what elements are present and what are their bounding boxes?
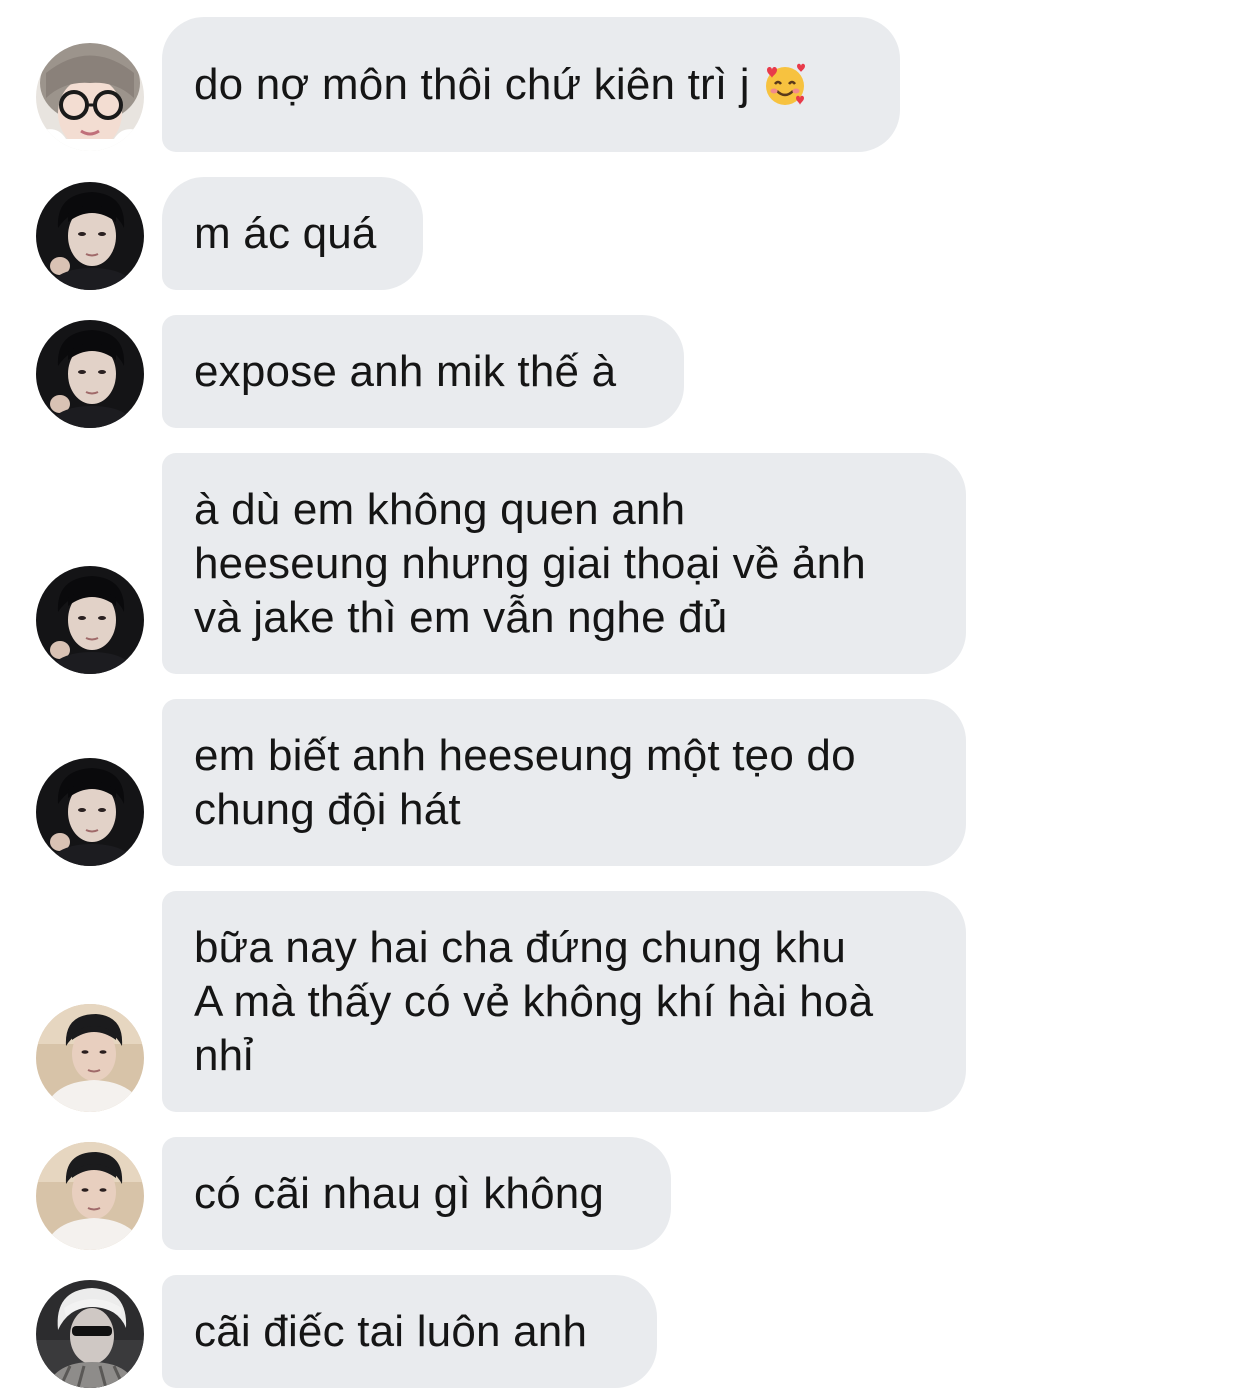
avatar[interactable]	[36, 566, 144, 674]
avatar-glasses-girl-icon	[36, 43, 144, 151]
smiling-face-with-hearts-icon	[765, 63, 805, 105]
message-text: cãi điếc tai luôn anh	[194, 1306, 588, 1356]
avatar[interactable]	[36, 182, 144, 290]
message-text: do nợ môn thôi chứ kiên trì j	[194, 59, 750, 109]
avatar[interactable]	[36, 43, 144, 151]
message-bubble[interactable]: expose anh mik thế à	[162, 315, 684, 428]
avatar[interactable]	[36, 758, 144, 866]
message-bubble[interactable]: bữa nay hai cha đứng chung khu A mà thấy…	[162, 891, 966, 1112]
avatar[interactable]	[36, 1142, 144, 1250]
avatar-beach-boy-icon	[36, 1004, 144, 1112]
message-bubble[interactable]: cãi điếc tai luôn anh	[162, 1275, 657, 1388]
avatar[interactable]	[36, 1004, 144, 1112]
avatar-dark-jacket-boy-icon	[36, 758, 144, 866]
message-text: expose anh mik thế à	[194, 346, 617, 396]
avatar-beach-boy-icon	[36, 1142, 144, 1250]
message-text: có cãi nhau gì không	[194, 1168, 605, 1218]
avatar[interactable]	[36, 320, 144, 428]
avatar[interactable]	[36, 1280, 144, 1388]
message-text: em biết anh heeseung một tẹo do chung độ…	[194, 730, 856, 834]
message-text: bữa nay hai cha đứng chung khu A mà thấy…	[194, 922, 874, 1080]
message-text: m ác quá	[194, 208, 377, 258]
message-text: à dù em không quen anh heeseung nhưng gi…	[194, 484, 866, 642]
avatar-blonde-sunglasses-icon	[36, 1280, 144, 1388]
message-bubble[interactable]: à dù em không quen anh heeseung nhưng gi…	[162, 453, 966, 674]
message-bubble[interactable]: có cãi nhau gì không	[162, 1137, 671, 1250]
avatar-dark-jacket-boy-icon	[36, 182, 144, 290]
message-bubble[interactable]: do nợ môn thôi chứ kiên trì j	[162, 17, 900, 152]
avatar-dark-jacket-boy-icon	[36, 566, 144, 674]
avatar-dark-jacket-boy-icon	[36, 320, 144, 428]
message-bubble[interactable]: em biết anh heeseung một tẹo do chung độ…	[162, 699, 966, 866]
message-bubble[interactable]: m ác quá	[162, 177, 423, 290]
